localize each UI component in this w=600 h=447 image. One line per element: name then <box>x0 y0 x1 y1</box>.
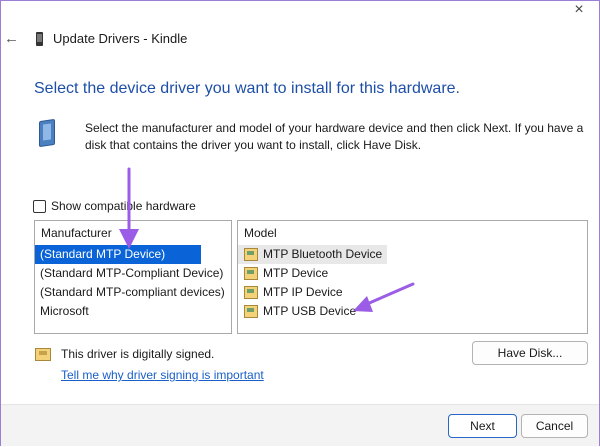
close-icon: × <box>574 1 584 18</box>
manufacturer-header: Manufacturer <box>41 226 112 240</box>
back-button[interactable]: ← <box>4 29 22 49</box>
close-button[interactable]: × <box>567 1 591 23</box>
model-item-mtp-bluetooth-device[interactable]: MTP Bluetooth Device <box>238 245 387 264</box>
checkbox-box[interactable] <box>33 199 46 213</box>
show-compatible-label: Show compatible hardware <box>51 199 196 213</box>
manufacturer-item-standard-mtp-device[interactable]: (Standard MTP Device) <box>35 245 201 264</box>
model-item-mtp-usb-device[interactable]: MTP USB Device <box>238 302 587 321</box>
model-item-mtp-ip-device[interactable]: MTP IP Device <box>238 283 587 302</box>
manufacturer-item-microsoft[interactable]: Microsoft <box>35 302 231 321</box>
manufacturer-list[interactable]: Manufacturer (Standard MTP Device) (Stan… <box>34 220 232 334</box>
signed-driver-icon <box>35 348 51 361</box>
driver-signing-link[interactable]: Tell me why driver signing is important <box>61 368 264 382</box>
model-header: Model <box>244 226 277 240</box>
model-item-mtp-device[interactable]: MTP Device <box>238 264 587 283</box>
hardware-icon <box>39 118 55 148</box>
page-heading: Select the device driver you want to ins… <box>34 80 460 97</box>
show-compatible-hardware-checkbox[interactable]: Show compatible hardware <box>33 199 196 213</box>
cancel-button[interactable]: Cancel <box>521 414 588 438</box>
model-item-label: MTP IP Device <box>263 285 343 299</box>
next-button[interactable]: Next <box>448 414 517 438</box>
model-item-label: MTP Device <box>263 266 329 280</box>
have-disk-button[interactable]: Have Disk... <box>472 341 588 365</box>
driver-icon <box>244 248 258 261</box>
signed-status-text: This driver is digitally signed. <box>61 347 215 361</box>
window-title: Update Drivers - Kindle <box>53 31 188 46</box>
driver-icon <box>244 286 258 299</box>
model-list[interactable]: Model MTP Bluetooth Device MTP Device MT… <box>237 220 588 334</box>
update-drivers-dialog: × ← Update Drivers - Kindle Select the d… <box>0 0 600 446</box>
model-item-label: MTP USB Device <box>263 304 357 318</box>
manufacturer-item-standard-mtp-compliant-device[interactable]: (Standard MTP-Compliant Device) <box>35 264 231 283</box>
kindle-device-icon <box>36 32 43 46</box>
driver-icon <box>244 305 258 318</box>
manufacturer-item-standard-mtp-compliant-devices[interactable]: (Standard MTP-compliant devices) <box>35 283 231 302</box>
back-arrow-icon: ← <box>4 30 19 47</box>
model-item-label: MTP Bluetooth Device <box>263 247 383 261</box>
instructions-text: Select the manufacturer and model of you… <box>85 121 584 152</box>
driver-icon <box>244 267 258 280</box>
